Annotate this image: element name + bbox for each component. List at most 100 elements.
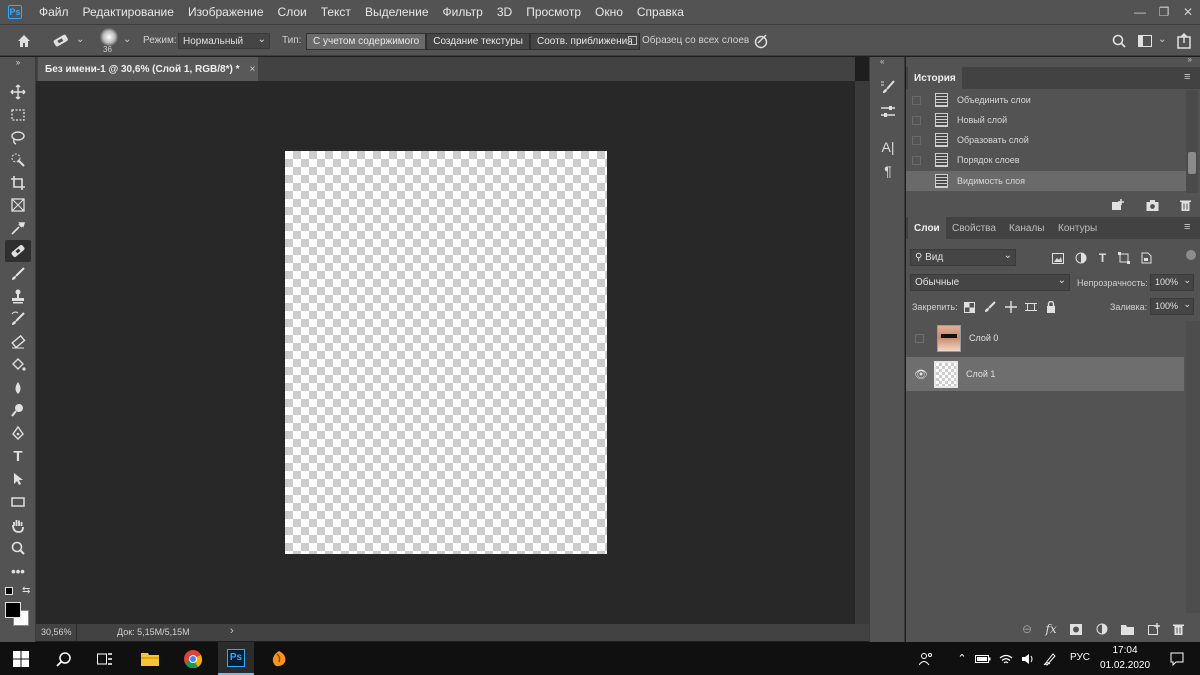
workspace-dropdown-icon[interactable]: ⌄ (1158, 34, 1166, 45)
wifi-icon[interactable] (996, 642, 1016, 675)
tab-layers[interactable]: Слои (908, 217, 946, 239)
layers-scrollbar[interactable] (1186, 321, 1200, 613)
restore-button[interactable]: ❐ (1152, 0, 1176, 24)
hand-tool-icon[interactable] (5, 514, 31, 536)
history-item[interactable]: Порядок слоев (906, 150, 1186, 170)
filter-type-icon[interactable]: T (1099, 250, 1106, 266)
camera-snapshot-icon[interactable] (1146, 197, 1159, 213)
lock-position-icon[interactable] (1004, 300, 1017, 314)
marquee-tool-icon[interactable] (5, 104, 31, 126)
tab-channels[interactable]: Каналы (1003, 217, 1051, 239)
history-snapshot-checkbox[interactable] (912, 155, 921, 165)
menu-type[interactable]: Текст (314, 5, 358, 19)
dodge-tool-icon[interactable] (5, 399, 31, 421)
fill-input[interactable]: 100% ⌄ (1150, 298, 1194, 315)
adjustments-icon[interactable] (878, 102, 898, 122)
layer-name[interactable]: Слой 0 (969, 333, 998, 343)
mode-dropdown[interactable]: Нормальный ⌄ (178, 33, 270, 49)
blend-mode-dropdown[interactable]: Обычные ⌄ (910, 274, 1070, 291)
trash-icon[interactable] (1180, 197, 1191, 213)
filter-adjustment-icon[interactable] (1075, 250, 1087, 266)
battery-icon[interactable] (973, 642, 993, 675)
tab-properties[interactable]: Свойства (946, 217, 1002, 239)
collapse-icon[interactable]: « (880, 57, 884, 66)
search-icon[interactable] (46, 642, 82, 675)
chrome-icon[interactable] (175, 642, 211, 675)
pen-tool-icon[interactable] (5, 422, 31, 444)
swap-colors-icon[interactable]: ⇆ (22, 585, 30, 596)
eraser-tool-icon[interactable] (5, 331, 31, 353)
history-item-selected[interactable]: Видимость слоя (906, 171, 1186, 191)
photoshop-taskbar-icon[interactable]: Ps (218, 642, 254, 675)
input-language[interactable]: РУС (1070, 652, 1090, 663)
layers-menu-icon[interactable]: ≡ (1184, 221, 1190, 233)
history-scrollbar[interactable] (1186, 90, 1198, 193)
tab-history[interactable]: История (908, 67, 962, 89)
layer-row-selected[interactable]: 👁 Слой 1 (906, 357, 1184, 391)
stamp-tool-icon[interactable] (5, 285, 31, 307)
fl-studio-icon[interactable] (261, 642, 297, 675)
adjustment-layer-icon[interactable] (1096, 623, 1108, 635)
paragraph-icon[interactable]: ¶ (878, 161, 898, 181)
layer-name[interactable]: Слой 1 (966, 369, 995, 379)
delete-layer-icon[interactable] (1173, 623, 1184, 635)
opacity-input[interactable]: 100% ⌄ (1150, 274, 1194, 291)
zoom-tool-icon[interactable] (5, 537, 31, 559)
more-tools-icon[interactable]: ••• (5, 560, 31, 582)
menu-edit[interactable]: Редактирование (76, 5, 181, 19)
filter-toggle-switch[interactable] (1186, 250, 1196, 260)
filter-smart-object-icon[interactable] (1141, 250, 1152, 266)
history-snapshot-checkbox[interactable] (912, 115, 921, 125)
eye-icon[interactable]: 👁 (914, 368, 928, 381)
lasso-tool-icon[interactable] (5, 127, 31, 149)
workspace-icon[interactable] (1136, 32, 1154, 50)
history-snapshot-checkbox[interactable] (912, 95, 921, 105)
task-view-icon[interactable] (87, 642, 123, 675)
menu-view[interactable]: Просмотр (519, 5, 588, 19)
character-icon[interactable]: A| (878, 137, 898, 157)
status-menu-arrow[interactable]: › (230, 625, 234, 637)
menu-window[interactable]: Окно (588, 5, 630, 19)
spot-healing-tool-icon[interactable] (5, 240, 31, 262)
brush-dropdown-icon[interactable]: ⌄ (123, 34, 131, 45)
default-colors-icon[interactable] (5, 587, 13, 595)
type-proximity-match-button[interactable]: Соотв. приближения (529, 33, 640, 50)
tray-expand-icon[interactable]: ⌃ (952, 642, 972, 675)
new-document-from-state-icon[interactable] (1111, 197, 1124, 213)
lock-artboard-icon[interactable] (1025, 300, 1038, 314)
photoshop-logo[interactable]: Ps (8, 5, 22, 19)
filter-shape-icon[interactable] (1117, 250, 1130, 266)
clock-date[interactable]: 01.02.2020 (1098, 660, 1152, 671)
chevron-down-icon[interactable]: ⌄ (76, 34, 84, 45)
foreground-color-swatch[interactable] (5, 602, 21, 618)
link-layers-icon[interactable]: ⊖ (1022, 622, 1032, 636)
windows-start-icon[interactable] (3, 642, 39, 675)
frame-tool-icon[interactable] (5, 194, 31, 216)
new-layer-icon[interactable] (1147, 623, 1160, 635)
home-icon[interactable] (14, 32, 34, 50)
new-group-icon[interactable] (1121, 624, 1135, 635)
tab-paths[interactable]: Контуры (1052, 217, 1103, 239)
volume-icon[interactable] (1018, 642, 1038, 675)
sample-all-checkbox[interactable] (628, 36, 637, 45)
vertical-scrollbar[interactable] (855, 81, 869, 624)
layer-filter-dropdown[interactable]: ⚲ Вид ⌄ (910, 249, 1016, 266)
spot-healing-tool-preset-icon[interactable] (50, 32, 72, 50)
history-snapshot-checkbox[interactable] (912, 135, 921, 145)
menu-filter[interactable]: Фильтр (436, 5, 490, 19)
people-icon[interactable] (912, 642, 940, 675)
clock-time[interactable]: 17:04 (1105, 645, 1145, 656)
diffraction-icon[interactable] (752, 32, 770, 50)
close-tab-icon[interactable]: × (250, 64, 256, 75)
close-button[interactable]: ✕ (1176, 0, 1200, 24)
history-menu-icon[interactable]: ≡ (1184, 71, 1190, 83)
eyedropper-tool-icon[interactable] (5, 217, 31, 239)
history-item[interactable]: Объединить слои (906, 90, 1186, 110)
type-content-aware-button[interactable]: С учетом содержимого (306, 33, 427, 50)
search-icon[interactable] (1110, 32, 1128, 50)
menu-help[interactable]: Справка (630, 5, 691, 19)
lock-all-icon[interactable] (1046, 300, 1056, 314)
layer-mask-icon[interactable] (1070, 623, 1083, 635)
type-create-texture-button[interactable]: Создание текстуры (426, 33, 530, 50)
layer-row[interactable]: Слой 0 (906, 321, 1184, 355)
